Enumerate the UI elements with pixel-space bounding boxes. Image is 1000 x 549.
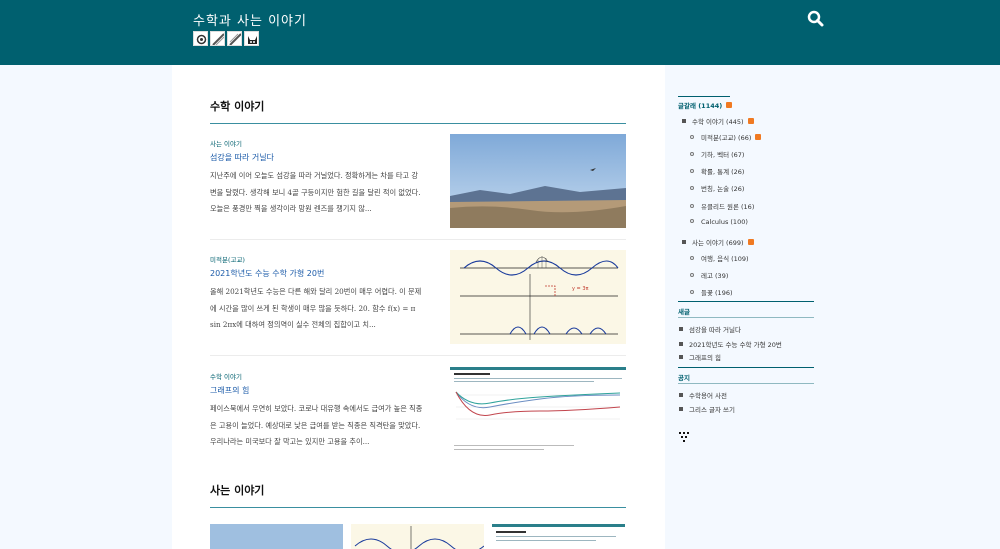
section-thumbnails bbox=[210, 524, 626, 549]
sidebar-subcategory[interactable]: 여행, 음식 (109) bbox=[690, 253, 749, 263]
sidebar-heading-rule bbox=[678, 96, 730, 97]
rss-icon[interactable] bbox=[726, 102, 733, 108]
sidebar-recent-item[interactable]: 섬강을 따라 거닐다 bbox=[679, 324, 741, 334]
sidebar-subcategory[interactable]: 레고 (39) bbox=[690, 270, 728, 280]
section-title[interactable]: 사는 이야기 bbox=[210, 482, 264, 498]
rss-icon[interactable] bbox=[747, 118, 754, 124]
bullet-square bbox=[679, 407, 683, 411]
bullet-circle bbox=[690, 135, 694, 139]
sidebar-category[interactable]: 수학 이야기 (445) bbox=[682, 116, 754, 126]
post-divider bbox=[210, 355, 626, 356]
graph-sketch[interactable]: y = 3π bbox=[450, 250, 626, 344]
post-divider bbox=[210, 239, 626, 240]
sidebar-subcategory[interactable]: 미적분(고교) (66) bbox=[690, 132, 762, 142]
svg-text:y = 3π: y = 3π bbox=[572, 286, 589, 292]
rss-icon[interactable] bbox=[747, 239, 754, 245]
sidebar-subcategory[interactable]: 번칭, 논술 (26) bbox=[690, 183, 744, 193]
line-chart-image[interactable] bbox=[492, 524, 625, 549]
bullet-square bbox=[682, 240, 686, 244]
post-excerpt: 페이스북에서 우연히 보았다. 코로나 대유행 속에서도 급여가 높은 직종은 … bbox=[210, 404, 423, 446]
more-dots-icon[interactable] bbox=[679, 429, 691, 442]
gear-icon[interactable] bbox=[193, 31, 208, 46]
landscape-photo[interactable] bbox=[450, 134, 626, 228]
bullet-circle bbox=[690, 273, 694, 277]
sidebar-heading-underline bbox=[678, 317, 814, 318]
bullet-circle bbox=[690, 256, 694, 260]
landscape-photo[interactable] bbox=[210, 524, 343, 549]
bullet-circle bbox=[690, 152, 694, 156]
sidebar-notice-heading: 공지 bbox=[678, 374, 690, 382]
search-icon[interactable] bbox=[806, 9, 826, 29]
bullet-circle bbox=[690, 219, 694, 223]
left-margin bbox=[0, 65, 172, 549]
bullet-circle bbox=[690, 186, 694, 190]
rss-icon[interactable] bbox=[755, 134, 762, 140]
sidebar-heading-rule bbox=[678, 301, 814, 302]
sidebar-heading-underline bbox=[678, 383, 814, 384]
sidebar-notice-item[interactable]: 그리스 글자 쓰기 bbox=[679, 404, 735, 414]
pencil-icon[interactable] bbox=[210, 31, 225, 46]
post-excerpt: 지난주에 이어 오늘도 섬강을 따라 거닐었다. 정확하게는 차를 타고 강변을… bbox=[210, 171, 421, 213]
sidebar-notice-item[interactable]: 수학용어 사전 bbox=[679, 390, 727, 400]
bullet-circle bbox=[690, 204, 694, 208]
sidebar-subcategory[interactable]: 유클리드 원론 (16) bbox=[690, 201, 754, 211]
sidebar-subcategory[interactable]: Calculus (100) bbox=[690, 218, 748, 226]
post-title[interactable]: 그래프의 힘 bbox=[210, 385, 249, 396]
pencil-icon[interactable] bbox=[227, 31, 242, 46]
post-category[interactable]: 사는 이야기 bbox=[210, 138, 242, 148]
bullet-circle bbox=[690, 169, 694, 173]
site-header: 수학과 사는 이야기 bbox=[0, 0, 1000, 65]
sidebar-heading-rule bbox=[678, 367, 814, 368]
bullet-square bbox=[679, 393, 683, 397]
sidebar-subcategory[interactable]: 들꽃 (196) bbox=[690, 287, 733, 297]
bullet-square bbox=[679, 342, 683, 346]
bullet-square bbox=[679, 327, 683, 331]
cat-icon[interactable] bbox=[244, 31, 259, 46]
bullet-square bbox=[679, 355, 683, 359]
bullet-circle bbox=[690, 290, 694, 294]
header-icon-row bbox=[193, 31, 259, 46]
sidebar-recent-item[interactable]: 2021학년도 수능 수학 가형 20번 bbox=[679, 339, 782, 349]
sidebar-subcategory[interactable]: 기하, 벡터 (67) bbox=[690, 149, 744, 159]
post-category[interactable]: 미적분(고교) bbox=[210, 254, 245, 264]
sidebar-recent-heading: 새글 bbox=[678, 308, 690, 316]
sidebar-recent-item[interactable]: 그래프의 힘 bbox=[679, 352, 721, 362]
section-divider bbox=[210, 507, 626, 508]
sidebar-subcategory[interactable]: 확률, 통계 (26) bbox=[690, 166, 744, 176]
sidebar-category[interactable]: 사는 이야기 (699) bbox=[682, 237, 754, 247]
post-category[interactable]: 수학 이야기 bbox=[210, 371, 242, 381]
sidebar-categories-heading[interactable]: 글갈래 (1144) bbox=[678, 100, 733, 110]
post-title[interactable]: 섬강을 따라 거닐다 bbox=[210, 152, 274, 163]
line-chart-image[interactable] bbox=[450, 367, 626, 461]
site-title[interactable]: 수학과 사는 이야기 bbox=[193, 10, 307, 29]
post-title[interactable]: 2021학년도 수능 수학 가형 20번 bbox=[210, 268, 324, 279]
post-excerpt: 올해 2021학년도 수능은 다른 해와 달리 20번이 매우 어렵다. 이 문… bbox=[210, 287, 422, 329]
section-title[interactable]: 수학 이야기 bbox=[210, 98, 264, 114]
bullet-square bbox=[682, 119, 686, 123]
section-divider bbox=[210, 123, 626, 124]
graph-sketch[interactable] bbox=[351, 524, 484, 549]
